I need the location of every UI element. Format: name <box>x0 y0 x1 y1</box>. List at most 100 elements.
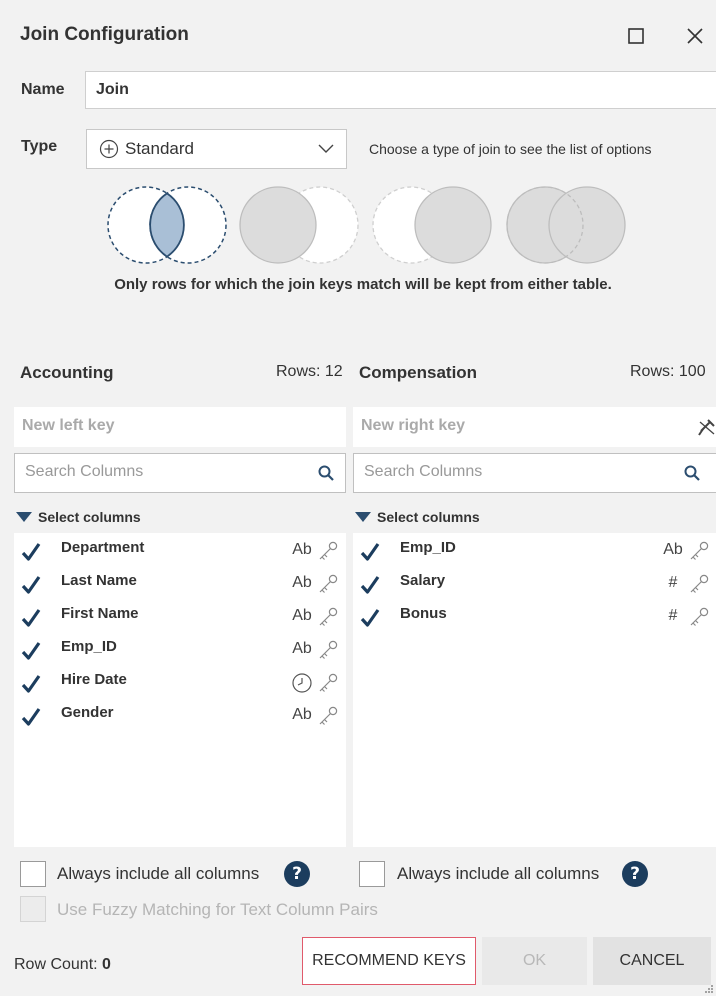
column-name: Emp_ID <box>61 638 117 655</box>
checkmark-icon[interactable] <box>20 607 42 629</box>
cancel-button[interactable]: CANCEL <box>593 937 711 985</box>
right-table-name: Compensation <box>359 363 478 382</box>
join-description: Only rows for which the join keys match … <box>114 276 612 293</box>
maximize-button[interactable] <box>622 22 650 50</box>
column-name: Bonus <box>400 605 447 622</box>
resize-grip-icon[interactable] <box>704 984 714 994</box>
type-hint: Choose a type of join to see the list of… <box>369 141 652 157</box>
checkmark-icon[interactable] <box>359 541 381 563</box>
type-selected-value: Standard <box>125 139 194 158</box>
right-search-placeholder: Search Columns <box>364 463 483 480</box>
left-search-placeholder: Search Columns <box>25 463 144 480</box>
key-icon[interactable] <box>317 672 339 694</box>
search-icon[interactable] <box>317 464 335 482</box>
key-icon[interactable] <box>317 540 339 562</box>
maximize-icon <box>628 28 644 44</box>
key-icon[interactable] <box>317 606 339 628</box>
row-count-label: Row Count: <box>14 956 98 973</box>
name-label: Name <box>21 81 65 98</box>
key-icon[interactable] <box>317 573 339 595</box>
column-row[interactable]: Gender Ab <box>14 700 346 732</box>
row-count-value: 0 <box>102 956 111 973</box>
column-name: Gender <box>61 704 114 721</box>
key-icon[interactable] <box>688 573 710 595</box>
column-name: Salary <box>400 572 446 589</box>
collapse-triangle-icon <box>355 512 371 522</box>
left-row-count: Rows: 12 <box>276 363 343 380</box>
key-icon[interactable] <box>688 540 710 562</box>
right-key-placeholder: New right key <box>361 417 466 434</box>
column-type-indicator: Ab <box>663 541 683 558</box>
close-button[interactable] <box>681 22 709 50</box>
search-icon[interactable] <box>683 464 701 482</box>
right-row-count: Rows: 100 <box>630 363 706 380</box>
clock-icon <box>292 673 312 693</box>
close-icon <box>687 28 703 44</box>
remove-key-icon[interactable] <box>697 417 716 437</box>
right-select-columns-label: Select columns <box>377 509 480 525</box>
column-type-indicator: Ab <box>292 541 312 558</box>
column-type-indicator: Ab <box>292 706 312 723</box>
right-select-columns-toggle[interactable]: Select columns <box>355 509 480 525</box>
full-outer-join-icon[interactable] <box>505 183 627 267</box>
checkmark-icon[interactable] <box>20 706 42 728</box>
key-icon[interactable] <box>317 639 339 661</box>
right-search-input[interactable]: Search Columns <box>353 453 716 493</box>
checkmark-icon[interactable] <box>359 574 381 596</box>
left-select-columns-toggle[interactable]: Select columns <box>16 509 141 525</box>
left-always-include-label: Always include all columns <box>57 864 260 883</box>
checkmark-icon[interactable] <box>20 541 42 563</box>
column-type-indicator: Ab <box>292 607 312 624</box>
recommend-keys-button[interactable]: RECOMMEND KEYS <box>302 937 476 985</box>
right-always-include-label: Always include all columns <box>397 864 600 883</box>
checkmark-icon[interactable] <box>20 574 42 596</box>
key-icon[interactable] <box>317 705 339 727</box>
column-name: Hire Date <box>61 671 127 688</box>
column-name: Department <box>61 539 145 556</box>
column-row[interactable]: Emp_ID Ab <box>353 535 716 567</box>
type-label: Type <box>21 138 58 155</box>
column-type-indicator: # <box>668 607 678 624</box>
dialog-title: Join Configuration <box>20 24 189 45</box>
name-input[interactable]: Join <box>85 71 716 109</box>
checkmark-icon[interactable] <box>359 607 381 629</box>
column-row[interactable]: Last Name Ab <box>14 568 346 600</box>
right-column-list: Emp_ID Ab Salary # Bonus # <box>353 533 716 847</box>
left-search-input[interactable]: Search Columns <box>14 453 346 493</box>
help-icon[interactable]: ? <box>622 861 648 887</box>
left-column-list: Department Ab Last Name Ab First Name Ab Emp_I… <box>14 533 346 847</box>
column-type-indicator: # <box>668 574 678 591</box>
column-row[interactable]: Emp_ID Ab <box>14 634 346 666</box>
plus-circle-icon <box>99 139 119 159</box>
column-row[interactable]: First Name Ab <box>14 601 346 633</box>
left-table-name: Accounting <box>20 363 114 382</box>
column-row[interactable]: Hire Date <box>14 667 346 699</box>
inner-join-icon[interactable] <box>106 183 228 267</box>
column-type-indicator: Ab <box>292 574 312 591</box>
column-row[interactable]: Bonus # <box>353 601 716 633</box>
type-dropdown[interactable]: Standard <box>86 129 347 169</box>
help-icon[interactable]: ? <box>284 861 310 887</box>
column-type-indicator: Ab <box>292 640 312 657</box>
right-key-input[interactable]: New right key <box>353 407 716 447</box>
row-count: Row Count: 0 <box>14 956 111 974</box>
chevron-down-icon <box>318 144 334 153</box>
checkmark-icon[interactable] <box>20 673 42 695</box>
collapse-triangle-icon <box>16 512 32 522</box>
right-join-icon[interactable] <box>371 183 493 267</box>
fuzzy-matching-checkbox[interactable] <box>20 896 46 922</box>
left-select-columns-label: Select columns <box>38 509 141 525</box>
column-row[interactable]: Department Ab <box>14 535 346 567</box>
column-row[interactable]: Salary # <box>353 568 716 600</box>
left-key-input[interactable]: New left key <box>14 407 346 447</box>
column-name: Emp_ID <box>400 539 456 556</box>
left-always-include-checkbox[interactable] <box>20 861 46 887</box>
key-icon[interactable] <box>688 606 710 628</box>
column-name: First Name <box>61 605 139 622</box>
ok-button[interactable]: OK <box>482 937 587 985</box>
left-join-icon[interactable] <box>238 183 360 267</box>
checkmark-icon[interactable] <box>20 640 42 662</box>
fuzzy-matching-label: Use Fuzzy Matching for Text Column Pairs <box>57 900 378 919</box>
right-always-include-checkbox[interactable] <box>359 861 385 887</box>
column-name: Last Name <box>61 572 137 589</box>
